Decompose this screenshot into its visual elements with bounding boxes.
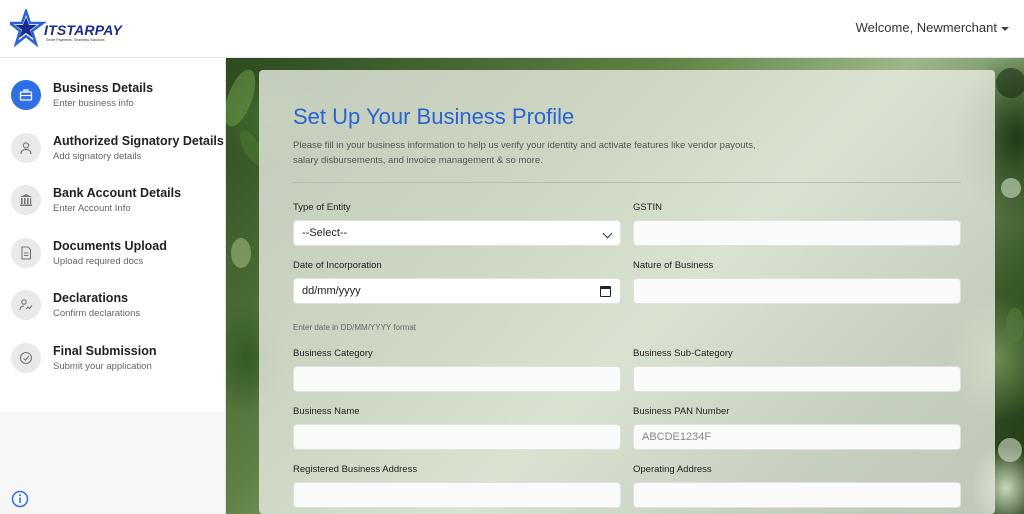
type-of-entity-label: Type of Entity [293,202,351,213]
gstin-input[interactable] [633,220,961,246]
date-of-incorporation-input[interactable]: dd/mm/yyyy [293,278,621,304]
step-subtitle: Confirm declarations [53,308,141,320]
signature-icon [11,290,41,321]
step-subtitle: Upload required docs [53,255,144,267]
registered-address-label: Registered Business Address [293,464,418,475]
date-format-hint: Enter date in DD/MM/YYYY format [293,323,417,332]
step-title: Final Submission [53,343,157,358]
step-subtitle: Add signatory details [53,150,142,162]
step-title: Bank Account Details [53,186,182,201]
step-title: Authorized Signatory Details [53,133,224,148]
sidebar: Business Details Enter business info Aut… [0,58,226,514]
operating-address-input[interactable] [633,482,961,508]
user-menu-dropdown[interactable]: Welcome, Newmerchant [856,20,1009,35]
divider [293,182,961,183]
step-subtitle: Enter business info [53,98,134,109]
briefcase-icon [11,80,41,110]
logo-tagline: Smart Payments, Seamless Solutions [46,38,105,42]
step-title: Documents Upload [53,238,167,253]
step-bank-account[interactable]: Bank Account Details Enter Account Info [0,185,225,238]
business-name-input[interactable] [293,424,621,450]
caret-down-icon [1001,26,1009,31]
step-business-details[interactable]: Business Details Enter business info [0,80,225,133]
itstarpay-logo[interactable]: ITSTARPAY Smart Payments, Seamless Solut… [10,9,123,49]
welcome-text: Welcome, Newmerchant [855,20,997,35]
nature-of-business-label: Nature of Business [633,260,714,271]
operating-address-label: Operating Address [633,464,712,475]
business-sub-category-label: Business Sub-Category [633,348,733,359]
step-documents-upload[interactable]: Documents Upload Upload required docs [0,237,225,291]
date-of-incorporation-label: Date of Incorporation [293,260,382,271]
type-of-entity-select[interactable]: --Select-- [293,220,621,246]
business-sub-category-input[interactable] [633,366,961,392]
business-category-label: Business Category [293,348,373,359]
gstin-label: GSTIN [633,202,663,213]
business-profile-form: Set Up Your Business Profile Please fill… [259,70,995,514]
step-declarations[interactable]: Declarations Confirm declarations [0,290,225,343]
step-title: Business Details [53,81,154,95]
date-placeholder: dd/mm/yyyy [302,285,361,297]
info-icon[interactable] [11,490,29,508]
bank-icon [11,185,41,216]
business-category-input[interactable] [293,366,621,392]
page-title: Set Up Your Business Profile [293,104,575,129]
nature-of-business-input[interactable] [633,278,961,304]
top-header: ITSTARPAY Smart Payments, Seamless Solut… [0,0,1024,58]
business-pan-input[interactable]: ABCDE1234F [633,424,961,450]
select-value: --Select-- [302,227,348,239]
step-subtitle: Enter Account Info [53,203,131,215]
step-subtitle: Submit your application [53,360,152,372]
submit-icon [11,342,41,373]
step-authorized-signatory[interactable]: Authorized Signatory Details Add signato… [0,132,225,186]
user-icon [11,132,41,163]
chevron-down-icon [602,228,613,239]
business-pan-label: Business PAN Number [633,406,730,417]
registered-address-input[interactable] [293,482,621,508]
step-list: Business Details Enter business info Aut… [0,58,225,412]
document-icon [11,237,41,268]
form-description: Please fill in your business information… [293,140,756,166]
step-title: Declarations [53,291,129,306]
logo-text: ITSTARPAY [44,22,123,38]
step-final-submission[interactable]: Final Submission Submit your application [0,342,225,396]
business-name-label: Business Name [293,406,360,417]
calendar-icon[interactable] [600,286,611,297]
